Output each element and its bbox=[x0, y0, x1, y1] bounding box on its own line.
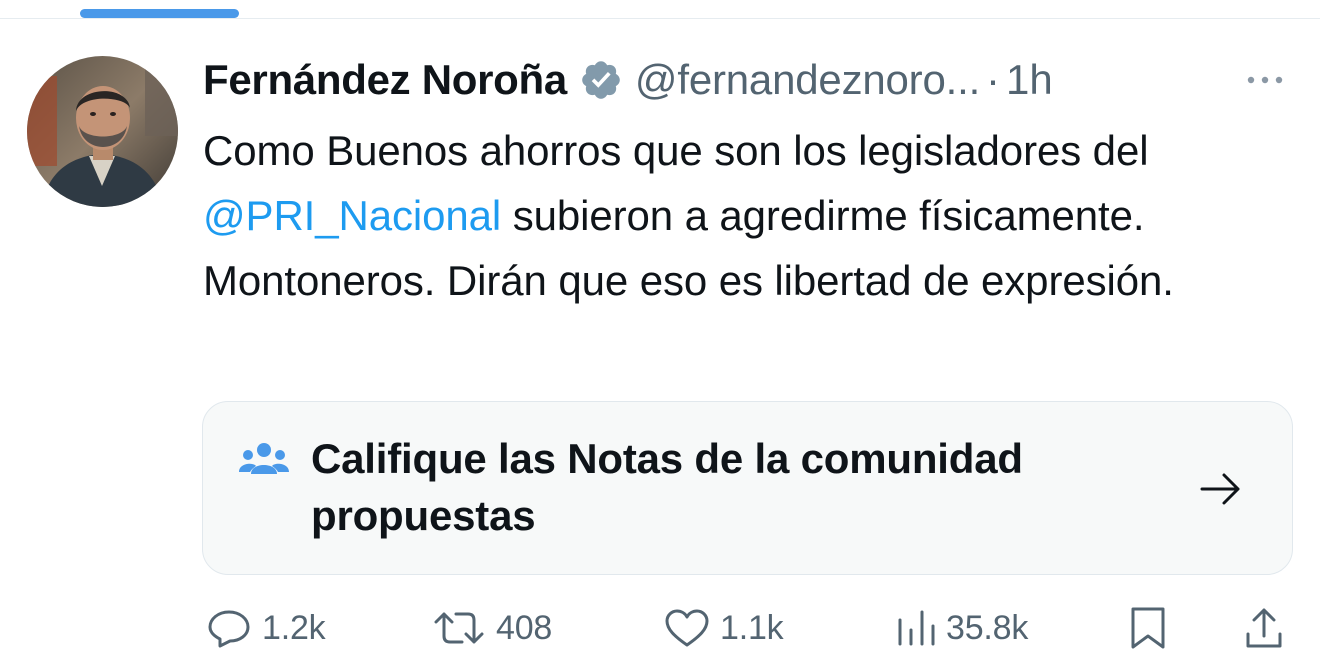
bookmark-button[interactable] bbox=[1128, 603, 1168, 653]
heart-icon bbox=[664, 608, 710, 648]
arrow-right-icon[interactable] bbox=[1198, 469, 1244, 509]
tweet-text: Como Buenos ahorros que son los legislad… bbox=[203, 118, 1293, 313]
retweet-icon bbox=[432, 608, 486, 648]
reply-button[interactable]: 1.2k bbox=[206, 603, 326, 653]
tweet-header: Fernández Noroña @fernandeznoro... · 1h bbox=[203, 52, 1303, 108]
views-count: 35.8k bbox=[946, 608, 1029, 647]
like-count: 1.1k bbox=[720, 608, 784, 647]
more-horizontal-icon[interactable] bbox=[1240, 60, 1290, 100]
reply-count: 1.2k bbox=[262, 608, 326, 647]
verified-badge-icon bbox=[579, 58, 623, 102]
community-notes-title: Califique las Notas de la comunidad prop… bbox=[311, 435, 1023, 539]
retweet-button[interactable]: 408 bbox=[432, 603, 552, 653]
user-handle[interactable]: @fernandeznoro... bbox=[635, 56, 980, 104]
tweet-actions: 1.2k 408 1.1k 35.8k bbox=[0, 603, 1320, 653]
community-notes-card[interactable]: Califique las Notas de la comunidad prop… bbox=[202, 401, 1293, 575]
avatar[interactable] bbox=[27, 56, 178, 207]
speech-bubble-icon bbox=[206, 608, 252, 648]
top-divider bbox=[0, 18, 1320, 19]
views-button[interactable]: 35.8k bbox=[896, 603, 1028, 653]
display-name[interactable]: Fernández Noroña bbox=[203, 56, 567, 104]
retweet-count: 408 bbox=[496, 608, 553, 647]
tweet-text-part1: Como Buenos ahorros que son los legislad… bbox=[203, 127, 1149, 174]
mention-link[interactable]: @PRI_Nacional bbox=[203, 192, 501, 239]
avatar-photo bbox=[27, 56, 178, 207]
active-tab-indicator bbox=[80, 9, 239, 18]
share-icon bbox=[1244, 606, 1284, 650]
timestamp[interactable]: 1h bbox=[1006, 56, 1053, 104]
bar-chart-icon bbox=[896, 608, 936, 648]
share-button[interactable] bbox=[1244, 603, 1284, 653]
bookmark-icon bbox=[1128, 606, 1168, 650]
like-button[interactable]: 1.1k bbox=[664, 603, 784, 653]
separator-dot: · bbox=[986, 56, 1001, 103]
people-group-icon bbox=[239, 440, 289, 480]
